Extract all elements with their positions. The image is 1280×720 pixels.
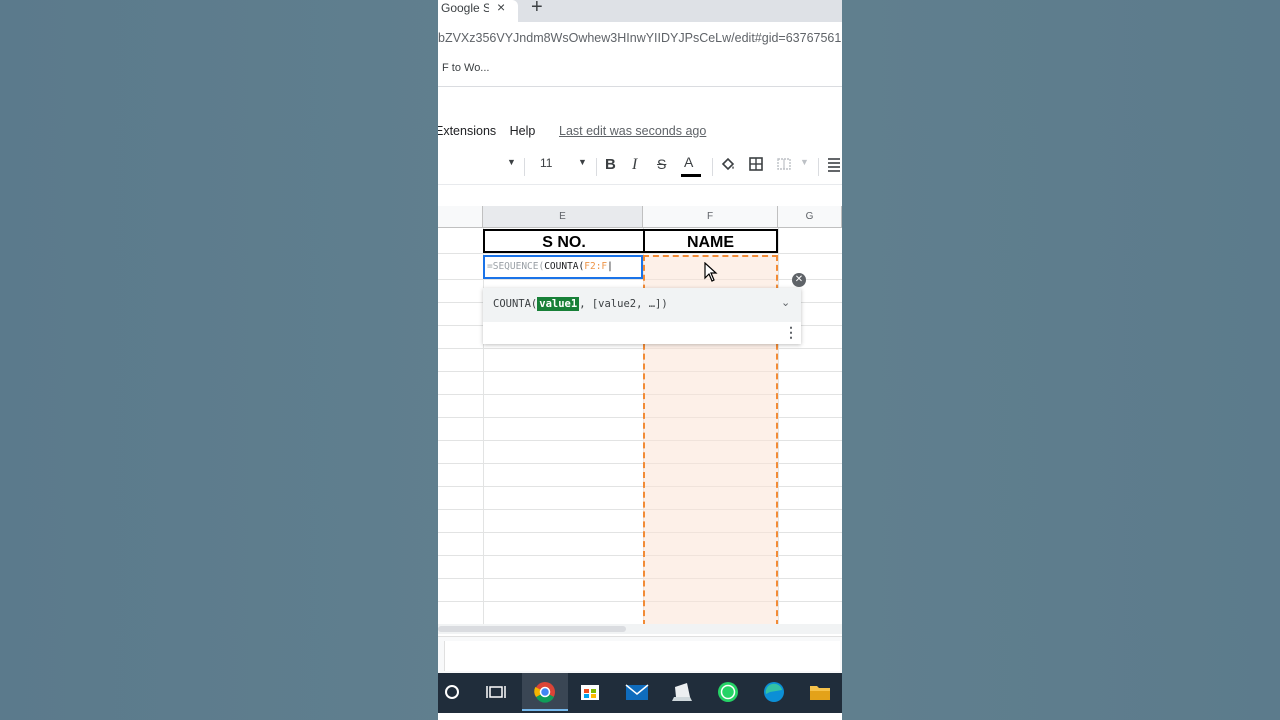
- tab-strip: Google Sh × +: [438, 0, 842, 22]
- spreadsheet-grid: E F G S NO. NAME =SEQUENCE(COUNTA(F2:F| …: [438, 206, 842, 626]
- function-signature-row[interactable]: COUNTA(value1, [value2, …]) ⌄: [483, 288, 801, 322]
- edge-icon[interactable]: [756, 673, 792, 711]
- align-icon[interactable]: [826, 156, 842, 175]
- gridline: [438, 348, 842, 349]
- mouse-cursor-icon: [704, 262, 718, 282]
- scrollbar-thumb[interactable]: [438, 626, 626, 632]
- text-color-indicator: [681, 174, 701, 177]
- gridline: [438, 532, 842, 533]
- tab-title: Google Sh: [441, 1, 489, 15]
- menu-help[interactable]: Help: [510, 124, 536, 138]
- gridline: [438, 371, 842, 372]
- bookmark-item[interactable]: F to Wo...: [442, 62, 489, 74]
- font-size-value[interactable]: 11: [540, 156, 552, 170]
- font-dropdown-icon[interactable]: ▼: [507, 157, 516, 167]
- function-signature: COUNTA(value1, [value2, …]): [493, 297, 668, 311]
- fill-color-icon[interactable]: [720, 156, 736, 175]
- gridline: [438, 486, 842, 487]
- formula-autocomplete-panel: COUNTA(value1, [value2, …]) ⌄ ⋮: [483, 288, 801, 344]
- cell-sno-header[interactable]: S NO.: [483, 229, 643, 253]
- chrome-icon[interactable]: [522, 673, 568, 711]
- gridline: [438, 279, 842, 280]
- gridline: [438, 253, 842, 254]
- sheet-tabs-area: [444, 641, 840, 671]
- chevron-down-icon[interactable]: ⌄: [781, 296, 790, 309]
- gridline: [438, 417, 842, 418]
- gridline: [438, 394, 842, 395]
- strikethrough-button[interactable]: S: [657, 156, 666, 172]
- toolbar: ▼ 11 ▼ B I S A ▼: [438, 148, 842, 184]
- divider: [596, 158, 597, 176]
- store-icon[interactable]: [572, 673, 608, 711]
- text-color-button[interactable]: A: [684, 154, 693, 170]
- gridline: [438, 440, 842, 441]
- divider: [818, 158, 819, 176]
- menu-bar: Extensions Help: [438, 124, 545, 138]
- cortana-icon[interactable]: [438, 673, 474, 711]
- gridline: [438, 578, 842, 579]
- gridline: [438, 509, 842, 510]
- bold-button[interactable]: B: [605, 156, 616, 173]
- merge-cells-icon[interactable]: [776, 156, 792, 175]
- column-header-g[interactable]: G: [778, 206, 842, 228]
- divider: [438, 184, 842, 185]
- menu-extensions[interactable]: Extensions: [438, 124, 496, 138]
- signature-rest: , [value2, …]): [579, 298, 668, 310]
- signature-current-arg: value1: [537, 297, 580, 311]
- divider: [524, 158, 525, 176]
- more-options-icon[interactable]: ⋮: [784, 324, 798, 341]
- address-bar-url[interactable]: bZVXz356VYJndm8WsOwhew3HInwYIIDYJPsCeLw/…: [438, 31, 842, 45]
- active-cell-editor[interactable]: =SEQUENCE(COUNTA(F2:F|: [483, 255, 643, 279]
- divider: [438, 86, 842, 87]
- new-tab-icon[interactable]: +: [531, 0, 543, 19]
- browser-window: Google Sh × + bZVXz356VYJndm8WsOwhew3HIn…: [438, 0, 842, 720]
- mail-icon[interactable]: [618, 673, 654, 711]
- signature-func: COUNTA(: [493, 298, 538, 310]
- gridline: [438, 555, 842, 556]
- column-header-e[interactable]: E: [483, 206, 643, 228]
- gridline: [438, 463, 842, 464]
- gridline: [438, 601, 842, 602]
- font-size-dropdown-icon[interactable]: ▼: [578, 157, 587, 167]
- last-edit-link[interactable]: Last edit was seconds ago: [559, 124, 706, 138]
- italic-button[interactable]: I: [632, 156, 637, 174]
- merge-dropdown-icon[interactable]: ▼: [800, 157, 809, 167]
- column-header-f[interactable]: F: [643, 206, 778, 228]
- row-header-corner: [438, 206, 483, 228]
- windows-taskbar: [438, 673, 842, 713]
- close-tab-icon[interactable]: ×: [497, 0, 505, 15]
- cell-name-header[interactable]: NAME: [643, 229, 778, 253]
- task-view-icon[interactable]: [478, 673, 514, 711]
- formula-range: F2:F: [584, 261, 608, 272]
- tab-google-sheets[interactable]: Google Sh ×: [438, 0, 518, 22]
- close-icon[interactable]: ✕: [792, 273, 806, 287]
- sheet-bar: [438, 636, 842, 674]
- divider: [712, 158, 713, 176]
- whatsapp-icon[interactable]: [710, 673, 746, 711]
- borders-icon[interactable]: [748, 156, 764, 175]
- formula-prefix: =SEQUENCE(: [487, 261, 545, 272]
- formula-func: COUNTA(: [544, 261, 585, 272]
- scanner-icon[interactable]: [664, 673, 700, 711]
- file-explorer-icon[interactable]: [802, 673, 838, 711]
